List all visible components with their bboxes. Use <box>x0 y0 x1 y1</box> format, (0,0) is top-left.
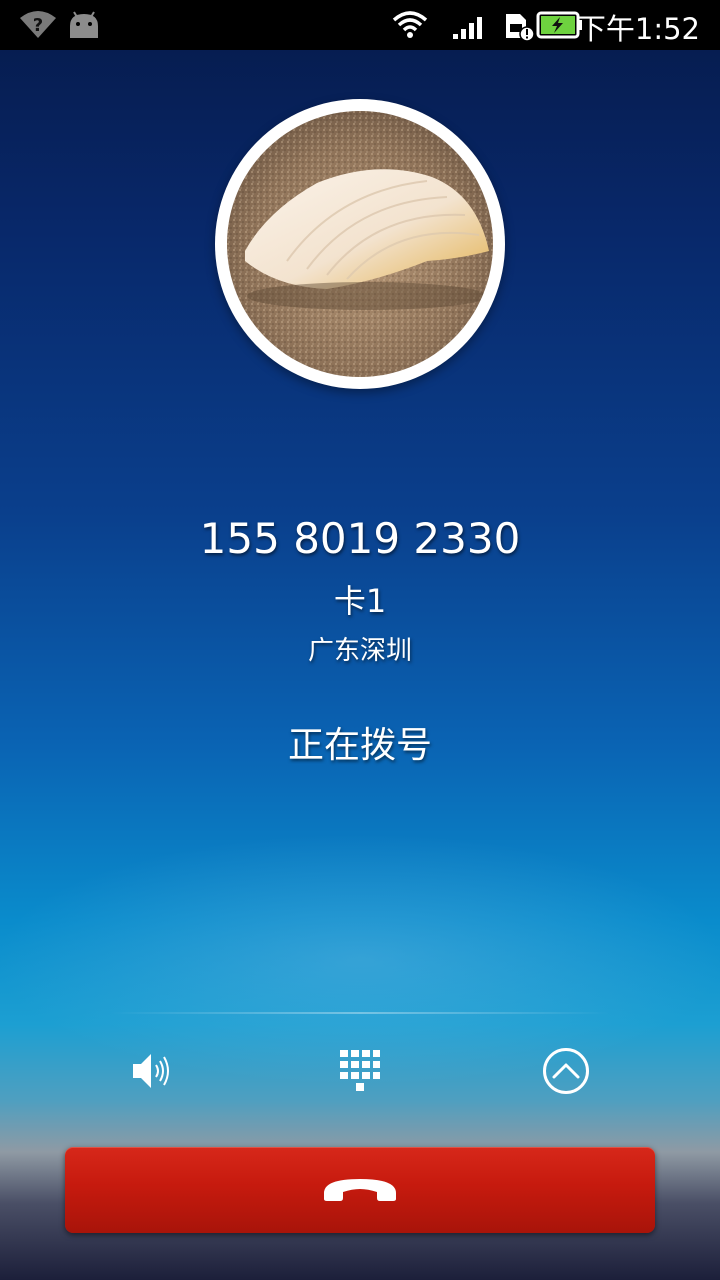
caller-number: 155 8019 2330 <box>199 514 521 563</box>
speaker-button[interactable] <box>112 1040 192 1106</box>
avatar-photo-shell <box>227 111 493 377</box>
expand-up-icon <box>542 1047 590 1099</box>
call-state: 正在拨号 <box>287 725 432 766</box>
expand-button[interactable] <box>526 1040 606 1106</box>
contact-avatar <box>215 99 505 389</box>
wifi-unknown-icon: ? <box>18 8 58 44</box>
sim-alert-icon <box>500 10 536 46</box>
svg-text:?: ? <box>33 15 43 36</box>
android-debug-icon <box>66 10 102 44</box>
status-bar: ? 下午1:52 <box>0 0 720 50</box>
in-call-screen: ? 下午1:52 155 8019 2330 卡1 广东深圳 正在拨号 <box>0 0 720 1280</box>
hang-up-icon <box>320 1173 400 1207</box>
dialpad-button[interactable] <box>320 1040 400 1106</box>
status-time: 下午1:52 <box>576 12 700 46</box>
dialpad-icon <box>339 1049 381 1097</box>
wifi-icon <box>392 10 428 44</box>
cell-signal-icon <box>452 14 486 44</box>
speaker-icon <box>129 1049 175 1097</box>
end-call-button[interactable] <box>65 1147 655 1233</box>
caller-location: 广东深圳 <box>307 636 412 666</box>
controls-divider <box>110 1012 610 1014</box>
sim-label: 卡1 <box>333 582 387 620</box>
